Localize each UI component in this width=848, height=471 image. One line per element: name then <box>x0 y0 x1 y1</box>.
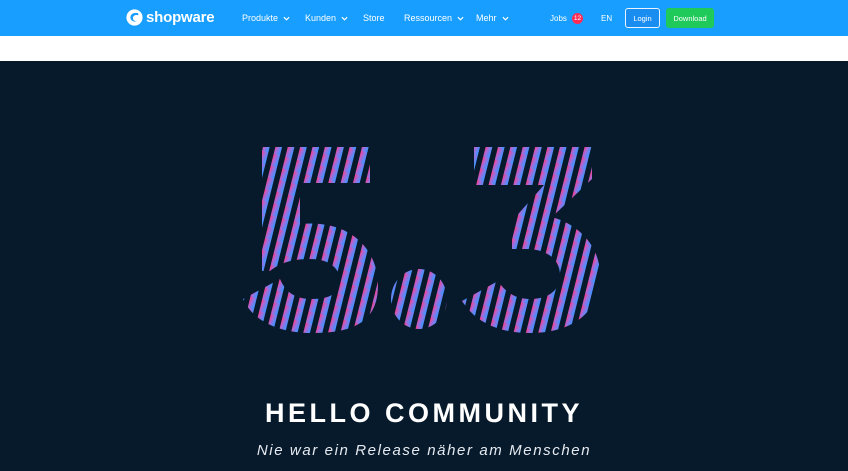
nav-item-label: Ressourcen <box>404 13 453 23</box>
nav-item-label: Produkte <box>242 13 279 23</box>
brand-name: shopware <box>146 9 215 26</box>
hero-section: HELLO COMMUNITY Nie war ein Release nähe… <box>0 61 848 471</box>
nav-item-kunden[interactable]: Kunden <box>305 0 348 36</box>
nav-item-store[interactable]: Store <box>363 0 385 36</box>
jobs-count-badge: 12 <box>571 12 584 24</box>
chevron-down-icon <box>501 16 509 21</box>
brand-logo[interactable]: shopware <box>126 9 215 26</box>
download-button[interactable]: Download <box>666 8 714 28</box>
shopware-logo-icon <box>126 9 143 26</box>
language-label: EN <box>601 13 613 23</box>
nav-item-mehr[interactable]: Mehr <box>476 0 509 36</box>
nav-item-jobs[interactable]: Jobs 12 <box>550 0 584 36</box>
language-switch[interactable]: EN <box>601 0 612 36</box>
chevron-down-icon <box>283 16 290 21</box>
hero-subtitle: Nie war ein Release näher am Menschen <box>256 442 592 459</box>
hero-title: HELLO COMMUNITY <box>265 398 583 428</box>
chevron-down-icon <box>457 16 464 21</box>
top-navbar: shopware Produkte Kunden Store Ressource… <box>0 0 848 36</box>
nav-item-label: Kunden <box>305 13 337 23</box>
login-button[interactable]: Login <box>625 8 660 28</box>
nav-item-label: Mehr <box>476 13 497 23</box>
jobs-label: Jobs <box>550 13 567 23</box>
sub-header-strip <box>0 36 848 61</box>
nav-item-ressourcen[interactable]: Ressourcen <box>404 0 464 36</box>
nav-item-label: Store <box>363 13 385 23</box>
nav-item-produkte[interactable]: Produkte <box>242 0 290 36</box>
chevron-down-icon <box>341 16 348 21</box>
